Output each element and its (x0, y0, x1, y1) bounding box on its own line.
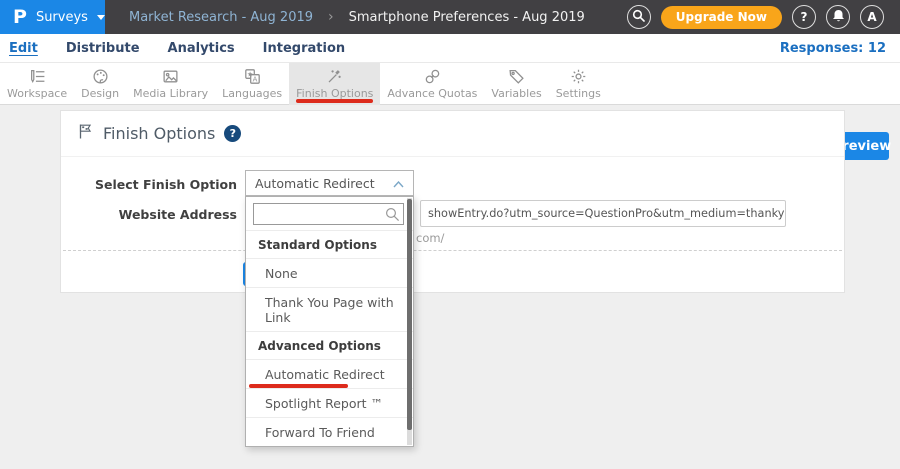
svg-text:A: A (252, 76, 257, 84)
search-icon (632, 9, 645, 25)
finish-option-selected-value: Automatic Redirect (255, 176, 375, 191)
top-bar: P Surveys Market Research - Aug 2019 › S… (0, 0, 900, 34)
product-menu[interactable]: P Surveys (0, 0, 105, 34)
website-address-label: Website Address (77, 207, 237, 222)
finish-options-wand-icon (326, 68, 343, 85)
breadcrumb-parent-link[interactable]: Market Research - Aug 2019 (129, 10, 313, 25)
notifications-button[interactable] (826, 5, 850, 29)
dropdown-option-none[interactable]: None (246, 258, 413, 287)
dropdown-option-thank-you-page-with-link[interactable]: Thank You Page with Link (246, 287, 413, 331)
toolbar-item-label: Languages (222, 87, 282, 100)
workspace-icon (29, 68, 46, 85)
breadcrumb-separator: › (328, 9, 334, 25)
card-header: Finish Options ? (61, 111, 844, 157)
dropdown-group-advanced-options: Advanced Options (246, 331, 413, 359)
dropdown-scrollbar-thumb[interactable] (407, 199, 412, 430)
design-palette-icon (92, 68, 109, 85)
account-avatar[interactable]: A (860, 5, 884, 29)
website-address-input[interactable]: showEntry.do?utm_source=QuestionPro&utm_… (420, 200, 786, 227)
toolbar-item-label: Advance Quotas (387, 87, 477, 100)
bell-icon (832, 9, 845, 26)
toolbar-item-label: Design (81, 87, 119, 100)
tab-integration[interactable]: Integration (263, 41, 345, 56)
questionpro-logo: P (13, 8, 27, 27)
section-divider (63, 250, 842, 251)
toolbar-item-label: Variables (491, 87, 541, 100)
toolbar-item-advance-quotas[interactable]: Advance Quotas (380, 63, 484, 105)
tab-edit[interactable]: Edit (9, 41, 38, 56)
toolbar-item-label: Settings (556, 87, 601, 100)
app-window: P Surveys Market Research - Aug 2019 › S… (0, 0, 900, 469)
toolbar-item-finish-options[interactable]: Finish Options (289, 63, 380, 105)
breadcrumb: Market Research - Aug 2019 › Smartphone … (129, 9, 585, 25)
nav-tabs: Edit Distribute Analytics Integration (0, 41, 345, 56)
help-button[interactable]: ? (792, 5, 816, 29)
dropdown-option-review-print[interactable]: Review/Print (246, 446, 413, 447)
red-annotation-underline (296, 99, 373, 103)
nav-tabs-row: Edit Distribute Analytics Integration Respo… (0, 34, 900, 63)
responses-count[interactable]: Responses: 12 (780, 41, 886, 56)
search-button[interactable] (627, 5, 651, 29)
dropdown-scrollbar-track[interactable] (407, 198, 412, 445)
dropdown-search-input[interactable] (253, 203, 404, 225)
help-circle-icon[interactable]: ? (224, 125, 241, 142)
dropdown-option-spotlight-report[interactable]: Spotlight Report ™ (246, 388, 413, 417)
page-title: Finish Options (103, 124, 215, 143)
product-menu-label: Surveys (36, 10, 88, 25)
topbar-actions: Upgrade Now ? A (627, 0, 884, 34)
settings-gear-icon (570, 68, 587, 85)
toolbar-items: Workspace Design Media Library A★ Languages F… (0, 63, 900, 105)
website-helper-text: com/ (416, 231, 444, 245)
chevron-up-icon (393, 176, 404, 191)
toolbar-item-settings[interactable]: Settings (549, 63, 608, 105)
toolbar-item-design[interactable]: Design (74, 63, 126, 105)
tab-analytics[interactable]: Analytics (168, 41, 235, 56)
edit-toolbar: Workspace Design Media Library A★ Languages F… (0, 63, 900, 105)
dropdown-option-forward-to-friend[interactable]: Forward To Friend (246, 417, 413, 446)
dropdown-search-wrap (253, 203, 404, 225)
toolbar-item-languages[interactable]: A★ Languages (215, 63, 289, 105)
languages-icon: A★ (244, 68, 261, 85)
toolbar-item-media-library[interactable]: Media Library (126, 63, 215, 105)
finish-option-dropdown: Standard OptionsNoneThank You Page with … (245, 196, 414, 447)
advance-quotas-chain-icon (424, 68, 441, 85)
checkered-flag-icon (77, 123, 94, 144)
caret-down-icon (97, 15, 105, 20)
toolbar-item-label: Workspace (7, 87, 67, 100)
dropdown-option-automatic-redirect[interactable]: Automatic Redirect (246, 359, 413, 388)
toolbar-item-workspace[interactable]: Workspace (0, 63, 74, 105)
select-finish-option-label: Select Finish Option (77, 177, 237, 192)
toolbar-item-variables[interactable]: Variables (484, 63, 548, 105)
finish-option-select[interactable]: Automatic Redirect (245, 170, 414, 196)
dropdown-group-standard-options: Standard Options (246, 230, 413, 258)
tab-distribute[interactable]: Distribute (66, 41, 140, 56)
variables-tag-icon (508, 68, 525, 85)
toolbar-item-label: Media Library (133, 87, 208, 100)
breadcrumb-current: Smartphone Preferences - Aug 2019 (349, 10, 585, 25)
upgrade-now-button[interactable]: Upgrade Now (661, 6, 782, 29)
svg-text:★: ★ (247, 71, 253, 79)
dropdown-option-list: Standard OptionsNoneThank You Page with … (246, 230, 413, 447)
media-library-icon (162, 68, 179, 85)
